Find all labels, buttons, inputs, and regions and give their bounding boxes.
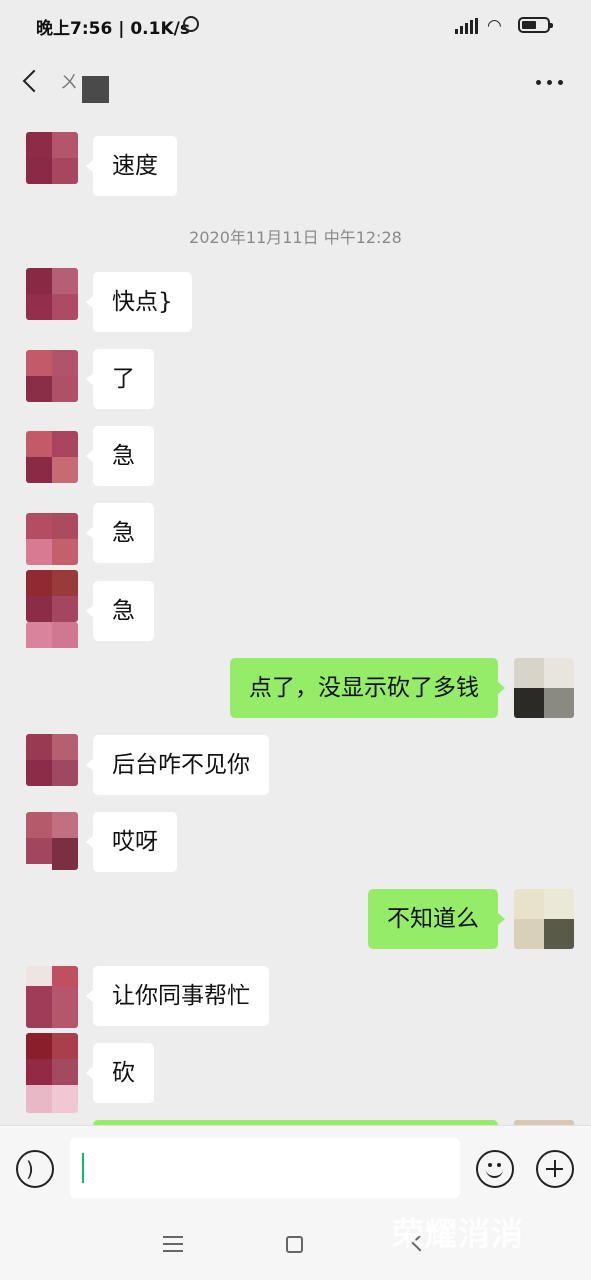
home-icon[interactable] xyxy=(286,1236,303,1253)
message-input[interactable] xyxy=(70,1138,460,1198)
message-bubble[interactable]: 让你同事帮忙 xyxy=(86,966,269,1026)
contact-avatar[interactable] xyxy=(26,268,78,320)
message-list[interactable]: 速度 2020年11月11日 中午12:28 快点} 了 急 急 急 点了，没显… xyxy=(0,108,591,1125)
status-bar: 晚上7:56 | 0.1K/s ◠ xyxy=(0,0,591,54)
message-bubble[interactable]: 速度 xyxy=(86,136,177,196)
my-avatar[interactable] xyxy=(514,658,574,718)
message-bubble[interactable]: 了 xyxy=(86,349,154,409)
contact-avatar[interactable] xyxy=(26,1033,78,1113)
contact-name: ㄨ xyxy=(60,72,78,93)
alarm-icon xyxy=(183,16,199,32)
contact-avatar[interactable] xyxy=(26,734,78,786)
back-arrow-icon[interactable] xyxy=(20,67,46,95)
watermark: 荣耀消消 xyxy=(392,1215,525,1253)
contact-name-redaction xyxy=(82,76,109,103)
message-bubble[interactable]: 砍 xyxy=(86,1043,154,1103)
message-bubble-sent[interactable]: 点了，没显示砍了多钱 xyxy=(230,658,505,718)
contact-avatar[interactable] xyxy=(26,812,78,870)
my-avatar[interactable] xyxy=(514,889,574,949)
message-bubble[interactable]: 快点} xyxy=(86,272,192,332)
contact-avatar[interactable] xyxy=(26,132,78,184)
emoji-icon[interactable] xyxy=(476,1150,514,1188)
wifi-icon: ◠ xyxy=(487,16,502,36)
chat-input-bar: ) xyxy=(0,1125,591,1209)
voice-icon[interactable]: ) xyxy=(16,1150,54,1188)
system-nav-bar: 荣耀消消 xyxy=(0,1209,591,1280)
message-bubble[interactable]: 急 xyxy=(86,426,154,486)
message-timestamp: 2020年11月11日 中午12:28 xyxy=(189,228,402,247)
menu-icon[interactable] xyxy=(163,1236,183,1252)
message-bubble-sent[interactable]: 不知道么 xyxy=(368,889,505,949)
text-caret xyxy=(82,1153,84,1183)
message-bubble[interactable]: 急 xyxy=(86,581,154,641)
message-bubble[interactable]: 哎呀 xyxy=(86,812,177,872)
chat-header: ㄨ xyxy=(0,54,591,108)
status-time: 晚上7:56 | 0.1K/s xyxy=(36,19,190,39)
contact-avatar[interactable] xyxy=(26,350,78,402)
contact-avatar[interactable] xyxy=(26,966,78,1028)
contact-avatar[interactable] xyxy=(26,431,78,483)
contact-avatar[interactable] xyxy=(26,622,78,650)
battery-icon xyxy=(518,17,553,33)
more-icon[interactable] xyxy=(533,74,567,90)
message-bubble[interactable]: 急 xyxy=(86,503,154,563)
message-bubble[interactable]: 后台咋不见你 xyxy=(86,735,269,795)
signal-icon xyxy=(455,18,479,34)
plus-icon[interactable] xyxy=(536,1150,574,1188)
contact-avatar[interactable] xyxy=(26,513,78,565)
contact-avatar[interactable] xyxy=(26,570,78,622)
